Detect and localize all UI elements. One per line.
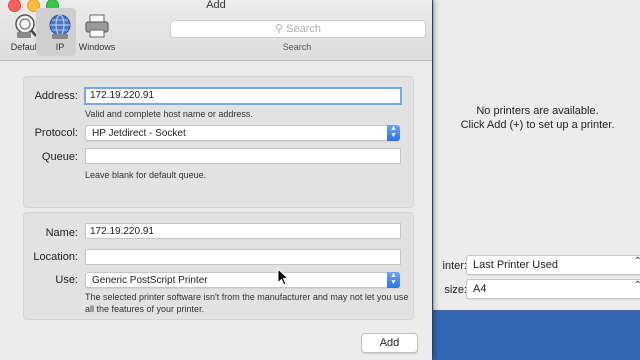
select-stepper-icon: ⌃ (633, 280, 640, 291)
no-printers-line2: Click Add (+) to set up a printer. (460, 119, 615, 131)
add-button[interactable]: Add (361, 333, 418, 353)
no-printers-line1: No printers are available. (476, 105, 599, 117)
select-stepper-icon: ⌃ (633, 256, 640, 267)
queue-label: Queue: (41, 151, 78, 163)
name-label: Name: (45, 227, 78, 239)
desktop-background (433, 310, 640, 360)
default-printer-select[interactable]: Last Printer Used ⌃ (466, 255, 640, 275)
paper-size-label: size: (444, 284, 467, 296)
toolbar: Add Default IP Windows ⚲ Search Search (0, 0, 432, 61)
globe-icon (46, 12, 74, 40)
default-printer-label: inter: (442, 260, 467, 272)
driver-value: Generic PostScript Printer (92, 275, 208, 286)
protocol-label: Protocol: (34, 127, 78, 139)
paper-size-select[interactable]: A4 ⌃ (466, 279, 640, 299)
printers-window-background: No printers are available. Click Add (+)… (433, 0, 640, 310)
protocol-value: HP Jetdirect - Socket (92, 128, 186, 139)
paper-size-value: A4 (473, 283, 487, 295)
stepper-icon: ▲ ▼ (387, 272, 400, 288)
driver-warning: The selected printer software isn't from… (85, 292, 409, 314)
mouse-pointer-icon (277, 267, 290, 289)
paper-size-row: size: A4 ⌃ (434, 278, 640, 302)
name-input[interactable]: 172.19.220.91 (85, 223, 401, 239)
search-label: Search (282, 42, 312, 52)
location-input[interactable] (85, 249, 401, 265)
use-label: Use: (55, 274, 78, 286)
search-field[interactable]: ⚲ Search (170, 20, 426, 38)
default-printer-icon (11, 12, 39, 40)
queue-hint: Leave blank for default queue. (85, 170, 207, 180)
windows-printer-icon (83, 12, 111, 40)
address-input[interactable]: 172.19.220.91 (84, 87, 402, 105)
protocol-select[interactable]: HP Jetdirect - Socket ▲ ▼ (85, 125, 400, 141)
stepper-icon: ▲ ▼ (387, 125, 400, 141)
search-placeholder: Search (286, 23, 321, 35)
default-printer-value: Last Printer Used (473, 259, 558, 271)
search-icon: ⚲ (275, 23, 284, 35)
add-printer-dialog: Add Default IP Windows ⚲ Search Search A… (0, 0, 432, 360)
tab-windows-label: Windows (78, 42, 116, 52)
address-label: Address: (34, 90, 78, 102)
location-label: Location: (33, 251, 78, 263)
address-hint: Valid and complete host name or address. (85, 109, 253, 119)
driver-select[interactable]: Generic PostScript Printer ▲ ▼ (85, 272, 400, 288)
tab-windows[interactable]: Windows (75, 12, 119, 52)
default-printer-row: inter: Last Printer Used ⌃ (434, 254, 640, 278)
no-printers-message: No printers are available. Click Add (+)… (434, 104, 640, 132)
queue-input[interactable] (85, 148, 401, 164)
